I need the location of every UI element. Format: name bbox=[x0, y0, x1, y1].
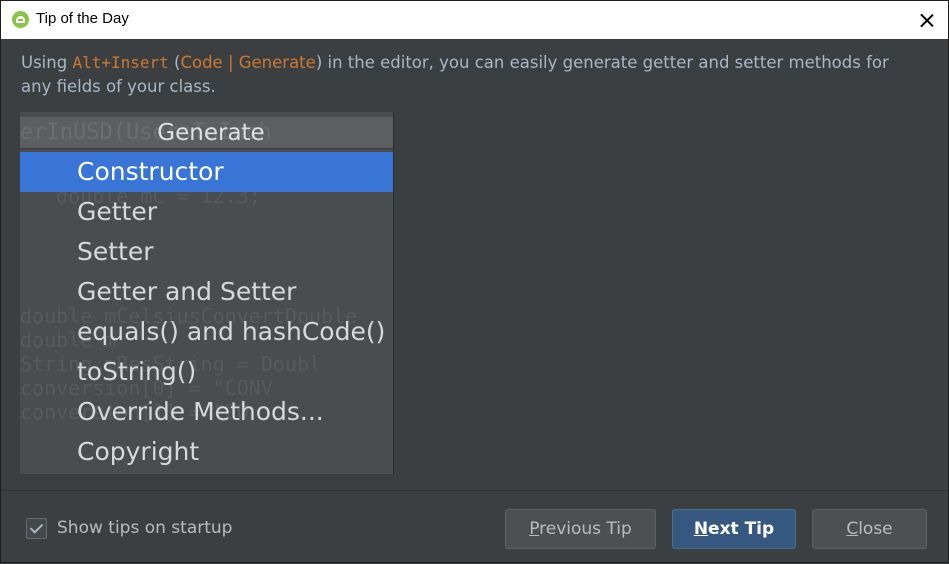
dialog-footer: Show tips on startup Previous Tip Next T… bbox=[1, 490, 948, 564]
menu-item-copyright[interactable]: Copyright bbox=[20, 432, 393, 472]
tip-paren-open: ( bbox=[168, 53, 181, 72]
menu-item-override-methods[interactable]: Override Methods... bbox=[20, 392, 393, 432]
title-bar: Tip of the Day bbox=[1, 1, 948, 39]
next-tip-button[interactable]: Next Tip bbox=[672, 509, 796, 549]
menu-item-tostring[interactable]: toString() bbox=[20, 352, 393, 392]
close-label: lose bbox=[858, 519, 893, 539]
close-mnemonic: C bbox=[846, 519, 859, 539]
window-title: Tip of the Day bbox=[36, 10, 129, 27]
close-icon[interactable] bbox=[912, 5, 942, 35]
tip-of-the-day-dialog: Tip of the Day Using Alt+Insert (Code | … bbox=[0, 0, 949, 563]
previous-tip-button[interactable]: Previous Tip bbox=[505, 509, 656, 549]
tip-prefix: Using bbox=[21, 53, 73, 72]
close-button[interactable]: Close bbox=[812, 509, 927, 549]
menu-item-getter-and-setter[interactable]: Getter and Setter bbox=[20, 272, 393, 312]
checkmark-icon bbox=[29, 520, 44, 534]
generate-popup-header: erInUSD(UsersToInch Generate bbox=[20, 117, 393, 149]
tip-menu-path: Code | Generate bbox=[180, 53, 316, 72]
menu-item-equals-and-hashcode[interactable]: equals() and hashCode() bbox=[20, 312, 393, 352]
show-tips-label[interactable]: Show tips on startup bbox=[57, 518, 232, 538]
tip-text: Using Alt+Insert (Code | Generate) in th… bbox=[21, 51, 921, 99]
generate-menu: Constructor Getter Setter Getter and Setter… bbox=[20, 152, 393, 472]
next-mnemonic: N bbox=[693, 519, 709, 539]
menu-item-setter[interactable]: Setter bbox=[20, 232, 393, 272]
previous-mnemonic: P bbox=[529, 519, 540, 539]
tip-screenshot: double mKmResult = new double mC = 12.3;… bbox=[20, 112, 394, 474]
tip-shortcut: Alt+Insert bbox=[72, 53, 169, 72]
previous-label: revious Tip bbox=[539, 519, 632, 539]
generate-popup-title: Generate bbox=[157, 120, 265, 146]
menu-item-getter[interactable]: Getter bbox=[20, 192, 393, 232]
android-studio-icon bbox=[12, 11, 29, 28]
next-label: ext Tip bbox=[708, 519, 775, 539]
menu-item-constructor[interactable]: Constructor bbox=[20, 152, 393, 192]
show-tips-checkbox[interactable] bbox=[26, 518, 47, 539]
